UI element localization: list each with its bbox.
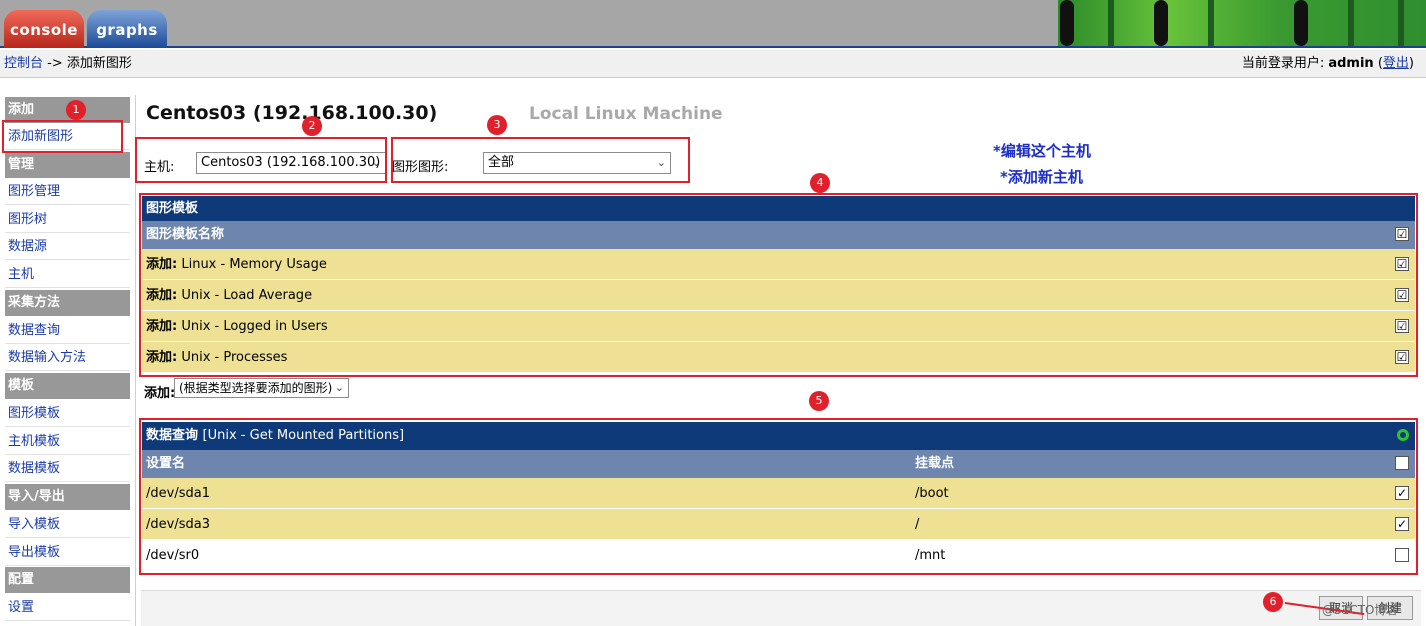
add-graph-select-value: (根据类型选择要添加的图形)	[179, 381, 333, 395]
sidebar-item-data-query[interactable]: 数据查询	[5, 317, 130, 344]
highlight-box-3	[391, 137, 690, 183]
page-title: Centos03 (192.168.100.30)	[146, 102, 438, 124]
highlight-box-2	[135, 137, 387, 183]
cactus-rib	[1348, 0, 1354, 46]
annotation-badge-4: 4	[810, 173, 830, 193]
sidebar-header-config: 配置	[5, 567, 130, 593]
annotation-badge-1: 1	[66, 100, 86, 120]
cactus-shadow	[1060, 0, 1074, 46]
logout-link[interactable]: 登出	[1383, 56, 1409, 71]
add-host-link[interactable]: *添加新主机	[1000, 166, 1083, 187]
breadcrumb-home-link[interactable]: 控制台	[4, 56, 43, 71]
highlight-box-4	[139, 193, 1418, 377]
user-paren-close: )	[1408, 56, 1414, 71]
cactus-rib	[1398, 0, 1404, 46]
annotation-badge-2: 2	[302, 116, 322, 136]
chevron-down-icon: ⌄	[334, 381, 344, 394]
tab-graphs[interactable]: graphs	[87, 10, 167, 48]
user-paren-open: (	[1373, 56, 1383, 71]
add-graph-label: 添加:	[144, 386, 176, 401]
sidebar-item-import-template[interactable]: 导入模板	[5, 511, 130, 538]
sidebar-item-graph-tree[interactable]: 图形树	[5, 206, 130, 233]
edit-host-link[interactable]: *编辑这个主机	[993, 140, 1091, 161]
sidebar-item-export-template[interactable]: 导出模板	[5, 539, 130, 566]
breadcrumb-bar: 控制台 -> 添加新图形 当前登录用户: admin (登出)	[0, 50, 1426, 78]
sidebar-item-settings[interactable]: 设置	[5, 594, 130, 621]
app-window: console graphs 控制台 -> 添加新图形 当前登录用户: admi…	[0, 0, 1426, 626]
tab-console[interactable]: console	[4, 10, 84, 48]
host-description: Local Linux Machine	[529, 104, 723, 124]
user-info: 当前登录用户: admin (登出)	[1242, 50, 1414, 78]
cactus-logo	[1058, 0, 1426, 46]
watermark: @51CTO博客	[1322, 603, 1399, 617]
sidebar: 添加 添加新图形 管理 图形管理 图形树 数据源 主机 采集方法 数据查询 数据…	[0, 95, 136, 626]
annotation-badge-6: 6	[1263, 592, 1283, 612]
breadcrumb-current: 添加新图形	[66, 56, 132, 71]
cactus-shadow	[1154, 0, 1168, 46]
user-label: 当前登录用户:	[1241, 56, 1329, 71]
cactus-rib	[1108, 0, 1114, 46]
highlight-box-1	[2, 120, 123, 153]
top-header: console graphs	[0, 0, 1426, 48]
sidebar-header-import-export: 导入/导出	[5, 484, 130, 510]
action-bar: 取消 创建	[141, 590, 1421, 626]
username: admin	[1328, 56, 1374, 71]
sidebar-item-data-source[interactable]: 数据源	[5, 233, 130, 260]
highlight-box-5	[139, 418, 1418, 575]
sidebar-header-manage: 管理	[5, 152, 130, 178]
sidebar-item-graph-manage[interactable]: 图形管理	[5, 178, 130, 205]
add-graph-select[interactable]: (根据类型选择要添加的图形) ⌄	[174, 378, 349, 398]
breadcrumb-separator: ->	[43, 56, 67, 71]
sidebar-header-collect: 采集方法	[5, 290, 130, 316]
sidebar-header-template: 模板	[5, 373, 130, 399]
cactus-shadow	[1294, 0, 1308, 46]
annotation-badge-3: 3	[487, 115, 507, 135]
annotation-badge-5: 5	[809, 391, 829, 411]
sidebar-item-data-template[interactable]: 数据模板	[5, 455, 130, 482]
sidebar-item-host-template[interactable]: 主机模板	[5, 428, 130, 455]
cactus-rib	[1208, 0, 1214, 46]
sidebar-item-host[interactable]: 主机	[5, 261, 130, 288]
breadcrumb: 控制台 -> 添加新图形	[4, 50, 132, 78]
sidebar-item-data-input[interactable]: 数据输入方法	[5, 344, 130, 371]
sidebar-item-graph-template[interactable]: 图形模板	[5, 400, 130, 427]
